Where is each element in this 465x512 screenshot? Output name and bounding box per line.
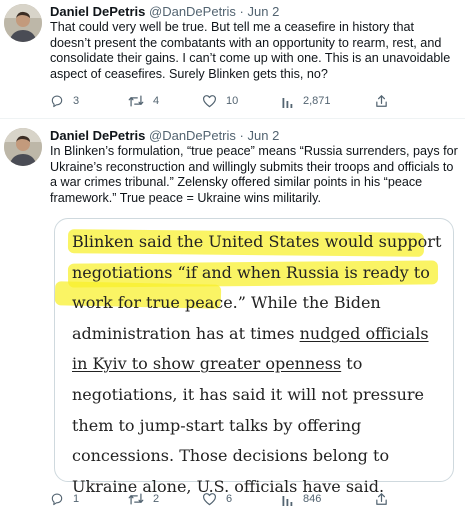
tweet-header: Daniel DePetris @DanDePetris · Jun 2 [50, 128, 279, 144]
share-icon [375, 492, 388, 506]
share-button[interactable] [375, 490, 388, 508]
views-count: 846 [303, 493, 322, 505]
quoted-text: Blinken said the United States would sup… [72, 227, 444, 502]
retweet-button[interactable]: 4 [128, 92, 159, 110]
retweet-icon [128, 492, 144, 506]
like-icon [202, 492, 217, 506]
quote-text-part2: to negotiations, it has said it will not… [72, 354, 424, 496]
like-icon [202, 94, 217, 108]
tweet-text: In Blinken’s formulation, “true peace” m… [50, 144, 458, 205]
like-button[interactable]: 10 [202, 92, 238, 110]
reply-count: 3 [73, 95, 80, 107]
like-count: 10 [226, 95, 239, 107]
author-name[interactable]: Daniel DePetris [50, 4, 145, 19]
retweet-count: 2 [153, 493, 160, 505]
retweet-button[interactable]: 2 [128, 490, 159, 508]
retweet-icon [128, 94, 144, 108]
share-icon [375, 94, 388, 108]
separator-dot: · [239, 128, 244, 143]
tweet-date[interactable]: Jun 2 [248, 128, 280, 143]
views-button[interactable]: 846 [282, 490, 321, 508]
reply-count: 1 [73, 493, 80, 505]
share-button[interactable] [375, 92, 388, 110]
tweet-divider [0, 118, 465, 119]
like-count: 6 [226, 493, 233, 505]
tweet-date[interactable]: Jun 2 [248, 4, 280, 19]
retweet-count: 4 [153, 95, 160, 107]
reply-icon [50, 94, 64, 108]
quoted-article-image[interactable]: Blinken said the United States would sup… [54, 218, 454, 496]
tweet-1[interactable]: Daniel DePetris @DanDePetris · Jun 2 Tha… [0, 0, 465, 118]
author-handle[interactable]: @DanDePetris [149, 4, 236, 19]
like-button[interactable]: 6 [202, 490, 232, 508]
reply-button[interactable]: 1 [50, 490, 79, 508]
avatar[interactable] [4, 4, 42, 42]
tweet-header: Daniel DePetris @DanDePetris · Jun 2 [50, 4, 279, 20]
reply-icon [50, 492, 64, 506]
action-bar: 1 2 6 846 [50, 490, 455, 508]
separator-dot: · [239, 4, 244, 19]
views-button[interactable]: 2,871 [282, 92, 331, 110]
author-handle[interactable]: @DanDePetris [149, 128, 236, 143]
action-bar: 3 4 10 2,871 [50, 92, 455, 110]
tweet-text: That could very well be true. But tell m… [50, 20, 451, 81]
author-name[interactable]: Daniel DePetris [50, 128, 145, 143]
avatar[interactable] [4, 128, 42, 166]
views-icon [282, 493, 294, 506]
views-count: 2,871 [303, 95, 331, 107]
reply-button[interactable]: 3 [50, 92, 79, 110]
views-icon [282, 95, 294, 108]
